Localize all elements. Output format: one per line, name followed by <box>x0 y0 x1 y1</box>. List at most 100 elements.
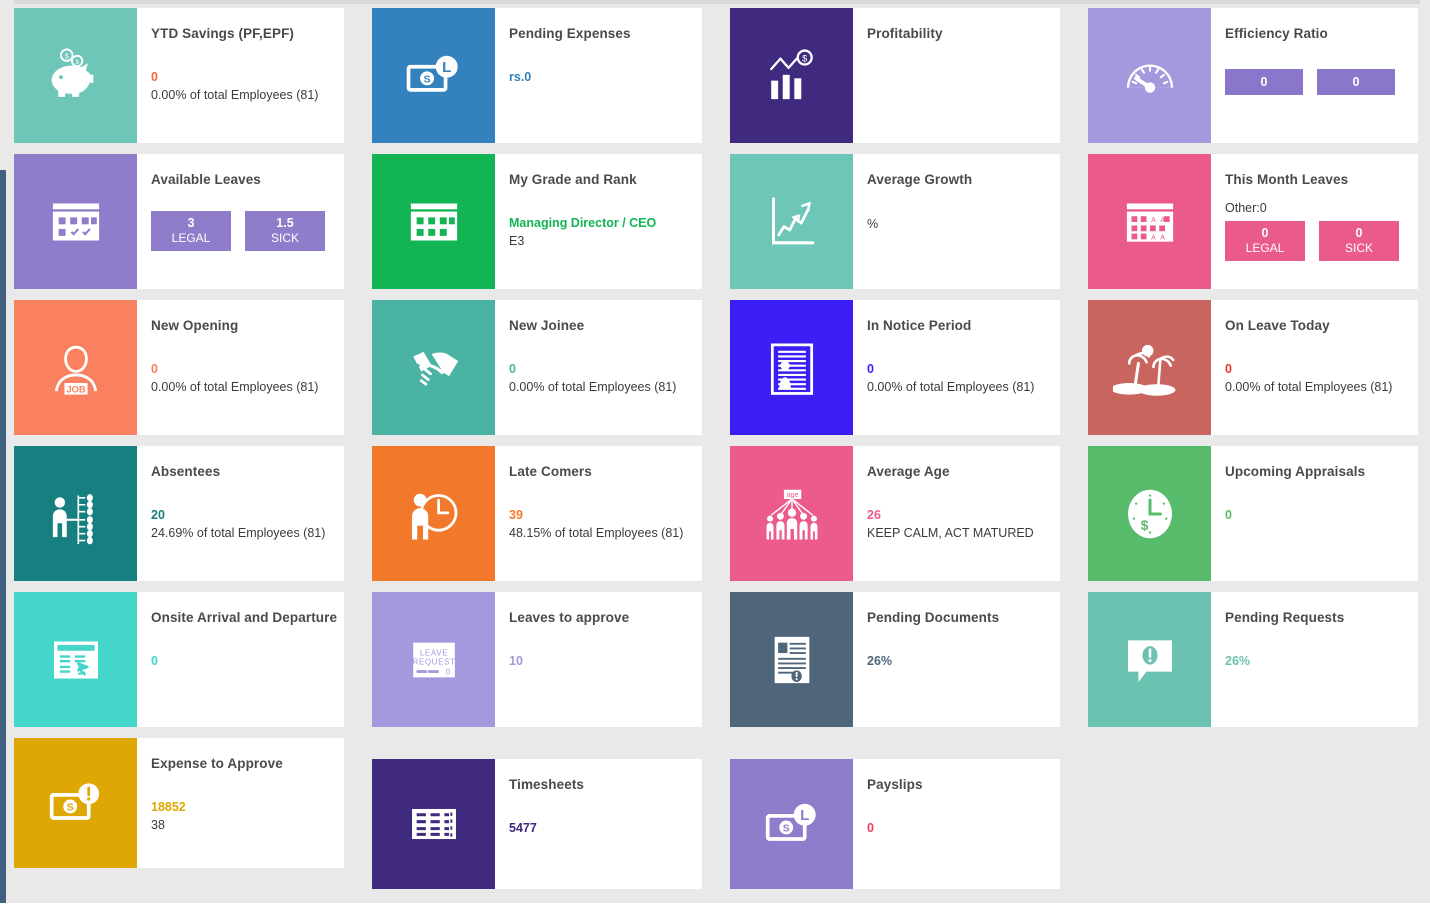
kpi-badge[interactable]: 3 LEGAL <box>151 211 231 251</box>
kpi-card-body: In Notice Period 0 0.00% of total Employee… <box>853 300 1060 435</box>
kpi-value-block: 0 <box>1225 507 1404 524</box>
kpi-value-block: Managing Director / CEO E3 <box>509 215 688 251</box>
age-group-icon: age <box>730 446 853 581</box>
dashboard-row: Onsite Arrival and Departure 0 LEAVE REQU… <box>14 592 1420 738</box>
kpi-value-block: % <box>867 215 1046 234</box>
svg-text:age: age <box>786 492 798 499</box>
kpi-card-pending-requests[interactable]: Pending Requests 26% <box>1088 592 1418 727</box>
kpi-card-body: Pending Requests 26% <box>1211 592 1418 727</box>
kpi-card-body: Average Age 26 KEEP CALM, ACT MATURED <box>853 446 1060 581</box>
kpi-card-body: Pending Documents 26% <box>853 592 1060 727</box>
piggy-bank-icon: $ $ <box>14 8 137 143</box>
kpi-card-leaves-to-approve[interactable]: LEAVE REQUEST 0 Leaves to approve 10 <box>372 592 702 727</box>
svg-text:LEAVE: LEAVE <box>419 648 447 657</box>
kpi-card-subtext: 0.00% of total Employees (81) <box>151 87 319 102</box>
person-clock-icon <box>372 446 495 581</box>
bottom-spacer <box>0 903 1430 915</box>
kpi-card-average-age[interactable]: age Average Age 26 KEEP CALM, ACT MATURED <box>730 446 1060 581</box>
kpi-card-ytd-savings[interactable]: $ $ YTD Savings (PF,EPF) 0 0.00% of total … <box>14 8 344 143</box>
kpi-card-title: Expense to Approve <box>151 756 283 771</box>
kpi-badge-value: 0 <box>1260 75 1268 89</box>
kpi-card-value: 0 <box>1225 362 1232 376</box>
kpi-badge-value: 3 <box>187 216 195 230</box>
kpi-card-other-count: Other:0 <box>1225 201 1267 215</box>
kpi-value-block: rs.0 <box>509 69 688 86</box>
kpi-card-value: 26 <box>867 508 881 522</box>
kpi-card-value: 0 <box>867 362 874 376</box>
absentees-list-icon <box>14 446 137 581</box>
kpi-card-value: 0 <box>151 362 158 376</box>
kpi-card-title: Average Growth <box>867 172 973 187</box>
kpi-badge[interactable]: 0 LEGAL <box>1225 221 1305 261</box>
kpi-card-value: 26% <box>1225 654 1251 668</box>
kpi-card-absentees[interactable]: Absentees 20 24.69% of total Employees (81… <box>14 446 344 581</box>
kpi-card-new-opening[interactable]: JOB New Opening 0 0.00% of total Employees … <box>14 300 344 435</box>
kpi-card-title: Efficiency Ratio <box>1225 26 1328 41</box>
kpi-badge-label: SICK <box>270 231 299 246</box>
kpi-badge-label: LEGAL <box>1245 241 1285 256</box>
kpi-card-late-comers[interactable]: Late Comers 39 48.15% of total Employees (… <box>372 446 702 581</box>
kpi-card-title: On Leave Today <box>1225 318 1330 333</box>
kpi-card-title: Pending Requests <box>1225 610 1345 625</box>
svg-text:A: A <box>1151 234 1156 241</box>
svg-text:S: S <box>66 803 73 814</box>
kpi-value-block: 39 48.15% of total Employees (81) <box>509 507 688 543</box>
kpi-card-body: Profitability <box>853 8 1060 143</box>
kpi-card-expense-to-approve[interactable]: S Expense to Approve 18852 38 <box>14 738 344 868</box>
svg-text:$: $ <box>802 53 807 63</box>
kpi-card-pending-expenses[interactable]: S L Pending Expenses rs.0 <box>372 8 702 143</box>
kpi-card-payslips[interactable]: S L Payslips 0 <box>730 759 1060 889</box>
kpi-card-body: Onsite Arrival and Departure 0 <box>137 592 344 727</box>
kpi-card-upcoming-appraisals[interactable]: $ Upcoming Appraisals 0 <box>1088 446 1418 581</box>
kpi-value-block: 26% <box>867 653 1046 670</box>
kpi-badge[interactable]: 0 <box>1225 69 1303 96</box>
kpi-card-available-leaves[interactable]: Available Leaves 3 LEGAL 1.5 SICK <box>14 154 344 289</box>
kpi-value-block: 5477 <box>509 820 688 837</box>
calendar-month-icon: AA AA <box>1088 154 1211 289</box>
kpi-card-value: rs.0 <box>509 70 532 84</box>
kpi-card-body: Payslips 0 <box>853 759 1060 889</box>
kpi-card-profitability[interactable]: $ Profitability <box>730 8 1060 143</box>
kpi-card-value: 0 <box>1225 508 1232 522</box>
kpi-card-average-growth[interactable]: Average Growth% <box>730 154 1060 289</box>
cash-clock-icon: S L <box>372 8 495 143</box>
kpi-card-my-grade-and-rank[interactable]: My Grade and Rank Managing Director / CEO… <box>372 154 702 289</box>
dashboard-row: S Expense to Approve 18852 38 Timesheets 54… <box>14 738 1420 890</box>
kpi-card-title: New Opening <box>151 318 239 333</box>
kpi-card-body: On Leave Today 0 0.00% of total Employees … <box>1211 300 1418 435</box>
kpi-card-subtext: 48.15% of total Employees (81) <box>509 525 684 540</box>
speech-alert-icon <box>1088 592 1211 727</box>
kpi-card-body: Timesheets 5477 <box>495 759 702 889</box>
kpi-value-block: 0 <box>867 820 1046 837</box>
timesheet-table-icon <box>372 759 495 889</box>
kpi-card-on-leave-today[interactable]: On Leave Today 0 0.00% of total Employees … <box>1088 300 1418 435</box>
notice-document-icon <box>730 300 853 435</box>
kpi-badge-group: 3 LEGAL 1.5 SICK <box>151 211 330 251</box>
svg-text:A: A <box>1151 217 1156 224</box>
kpi-card-title: Onsite Arrival and Departure <box>151 610 338 625</box>
kpi-card-value: 0 <box>867 821 874 835</box>
kpi-card-this-month-leaves[interactable]: AA AA This Month Leaves Other:0 0 LEGAL 0 SIC… <box>1088 154 1418 289</box>
kpi-card-subtext: 0.00% of total Employees (81) <box>509 379 677 394</box>
kpi-card-timesheets[interactable]: Timesheets 5477 <box>372 759 702 889</box>
svg-text:A: A <box>1160 234 1165 241</box>
svg-text:REQUEST: REQUEST <box>412 657 455 666</box>
kpi-badge[interactable]: 1.5 SICK <box>245 211 325 251</box>
handshake-icon <box>372 300 495 435</box>
kpi-card-title: In Notice Period <box>867 318 972 333</box>
clock-dollar-icon: $ <box>1088 446 1211 581</box>
kpi-card-in-notice-period[interactable]: In Notice Period 0 0.00% of total Employee… <box>730 300 1060 435</box>
kpi-card-body: Expense to Approve 18852 38 <box>137 738 344 868</box>
left-navigation-rail[interactable] <box>0 170 6 915</box>
kpi-card-title: New Joinee <box>509 318 585 333</box>
payslip-cash-icon: S L <box>730 759 853 889</box>
kpi-card-pending-documents[interactable]: Pending Documents 26% <box>730 592 1060 727</box>
kpi-card-efficiency-ratio[interactable]: Efficiency Ratio 0 0 <box>1088 8 1418 143</box>
kpi-badge[interactable]: 0 SICK <box>1319 221 1399 261</box>
kpi-card-onsite-arrival-and-departure[interactable]: Onsite Arrival and Departure 0 <box>14 592 344 727</box>
kpi-badge[interactable]: 0 <box>1317 69 1395 96</box>
dashboard-row: Available Leaves 3 LEGAL 1.5 SICK My Grade a… <box>14 154 1420 300</box>
kpi-card-new-joinee[interactable]: New Joinee 0 0.00% of total Employees (81) <box>372 300 702 435</box>
beach-vacation-icon <box>1088 300 1211 435</box>
kpi-card-title: Available Leaves <box>151 172 261 187</box>
